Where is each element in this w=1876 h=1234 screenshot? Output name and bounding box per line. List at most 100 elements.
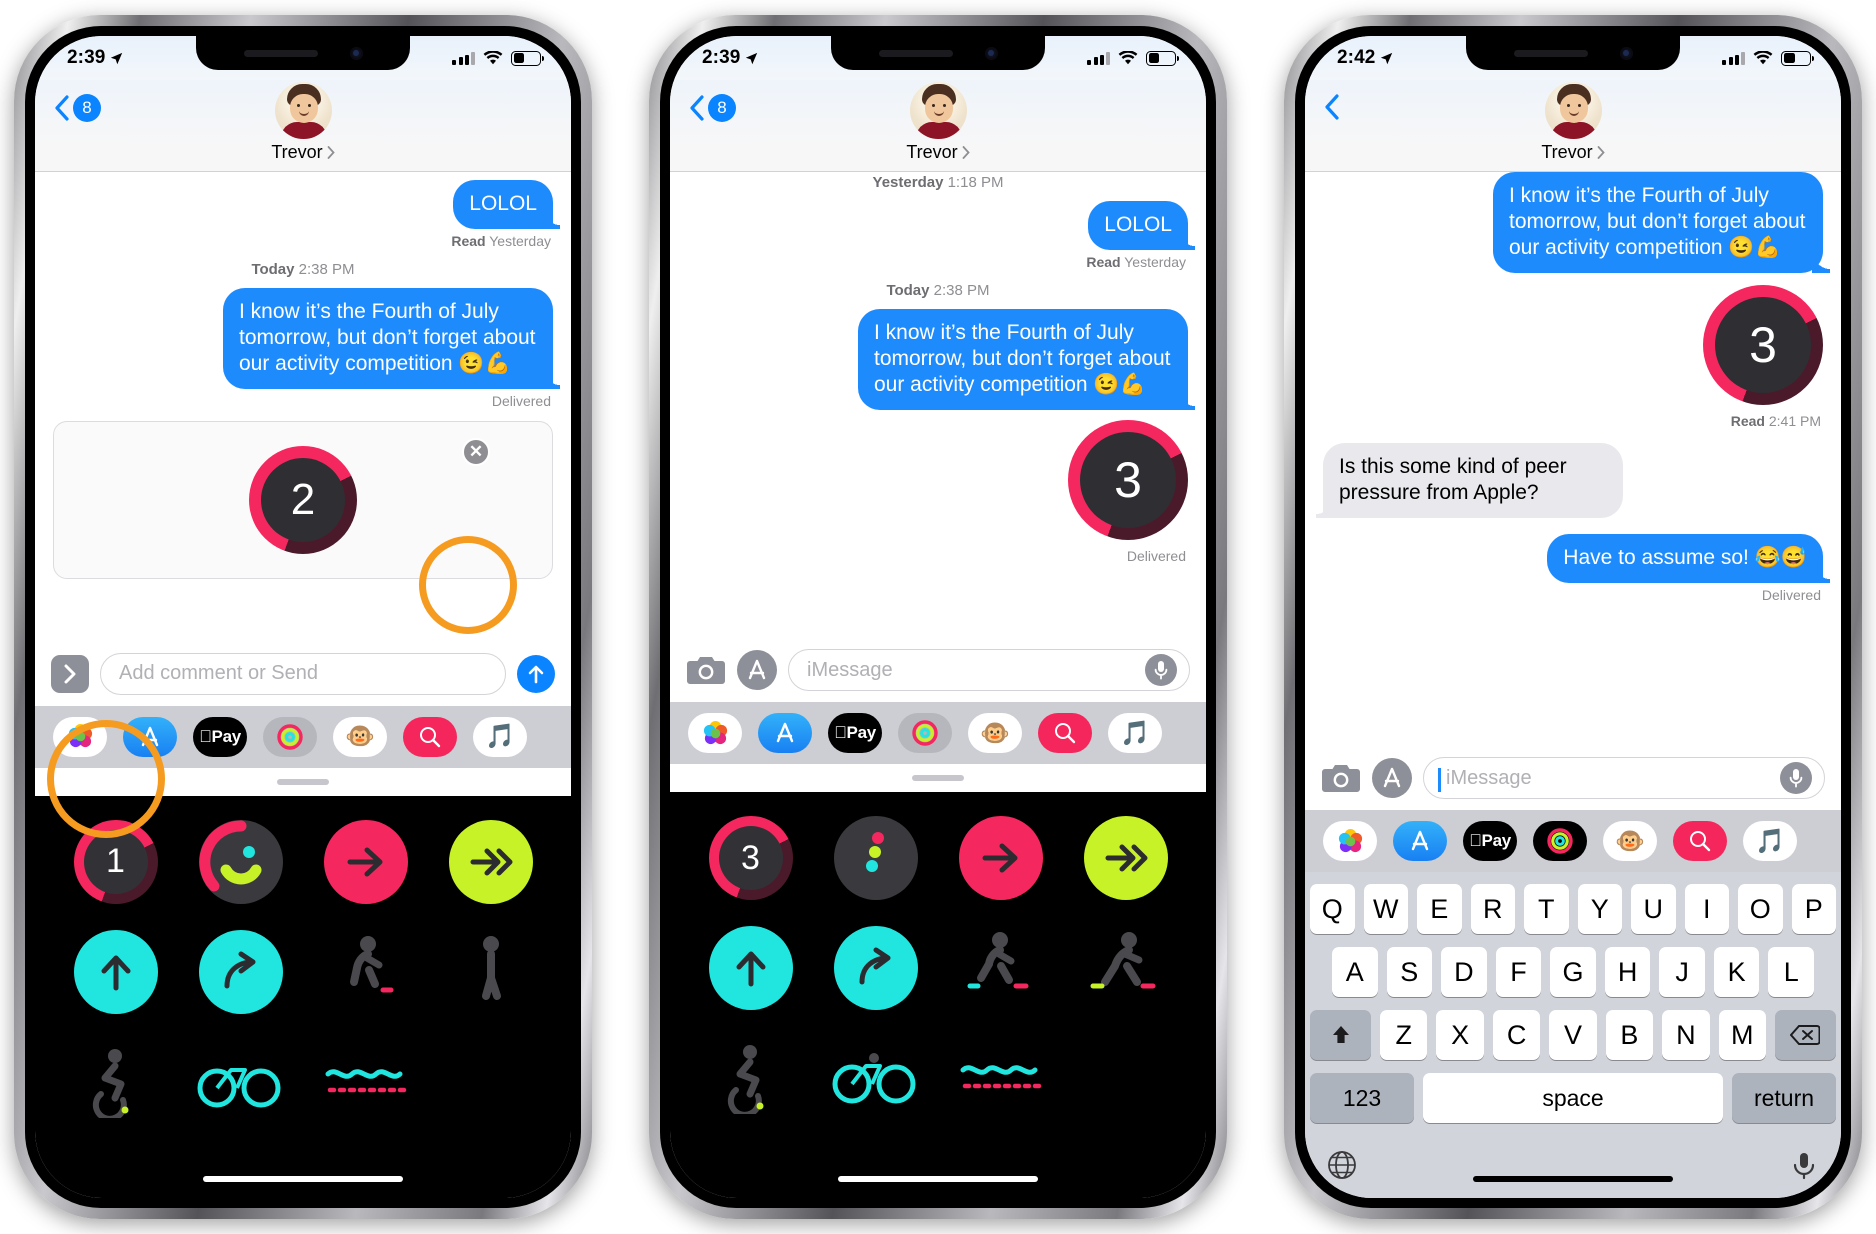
key-o[interactable]: O <box>1738 884 1783 934</box>
key-i[interactable]: I <box>1684 884 1729 934</box>
sticker-item-arrow-double[interactable] <box>428 810 553 914</box>
app-store-icon[interactable] <box>1372 758 1412 798</box>
memoji-icon[interactable]: 🐵 <box>968 713 1022 754</box>
sticker-item-walker[interactable] <box>303 920 428 1024</box>
key-u[interactable]: U <box>1631 884 1676 934</box>
contact-header-2[interactable]: Trevor <box>906 82 970 163</box>
drawer-grabber[interactable] <box>670 764 1206 793</box>
apple-pay-icon[interactable]: Pay <box>1463 821 1517 861</box>
sticker-item-arrow-right[interactable] <box>938 806 1063 910</box>
camera-icon[interactable] <box>1321 761 1361 795</box>
key-z[interactable]: Z <box>1380 1010 1428 1060</box>
memoji-icon[interactable]: 🐵 <box>1603 821 1657 861</box>
contact-header-3[interactable]: Trevor <box>1541 82 1605 163</box>
on-screen-keyboard[interactable]: Q W E R T Y U I O P A S D F G H J K L Z … <box>1305 872 1841 1198</box>
app-drawer-1[interactable]: Pay 🐵 🎵 <box>35 705 571 768</box>
attachment-preview[interactable]: 2 ✕ <box>53 421 553 580</box>
activity-sticker-panel-2[interactable]: 3 <box>670 792 1206 1198</box>
activity-rings-icon[interactable] <box>898 713 952 754</box>
sticker-item-move-rings[interactable] <box>178 810 303 914</box>
music-icon[interactable]: 🎵 <box>1108 713 1162 754</box>
message-bubble[interactable]: I know it’s the Fourth of July tomorrow,… <box>223 288 553 390</box>
app-store-icon[interactable] <box>1393 821 1447 861</box>
key-l[interactable]: L <box>1768 947 1815 997</box>
comment-input[interactable]: Add comment or Send <box>100 652 506 695</box>
sticker-item-runner[interactable] <box>1063 916 1188 1020</box>
app-store-icon[interactable] <box>737 650 777 691</box>
memoji-icon[interactable]: 🐵 <box>333 716 387 757</box>
app-drawer-2[interactable]: Pay 🐵 🎵 <box>670 702 1206 765</box>
app-store-icon[interactable] <box>758 713 812 754</box>
contact-header-1[interactable]: Trevor <box>271 82 335 163</box>
sticker-item-arrow-up[interactable] <box>688 916 813 1020</box>
back-button-1[interactable]: 8 <box>55 94 101 122</box>
key-j[interactable]: J <box>1659 947 1705 997</box>
key-n[interactable]: N <box>1662 1010 1710 1060</box>
sticker-item-arrow-curve[interactable] <box>813 916 938 1020</box>
key-t[interactable]: T <box>1524 884 1569 934</box>
message-bubble[interactable]: Have to assume so! 😂😅 <box>1547 534 1823 584</box>
activity-rings-icon[interactable] <box>263 716 317 757</box>
key-g[interactable]: G <box>1550 947 1596 997</box>
message-thread-3[interactable]: I know it’s the Fourth of July tomorrow,… <box>1305 172 1841 748</box>
photos-icon[interactable] <box>688 713 742 754</box>
message-bubble[interactable]: Is this some kind of peer pressure from … <box>1316 443 1623 519</box>
message-thread-2[interactable]: Yesterday 1:18 PM LOLOL Read Yesterday T… <box>670 172 1206 641</box>
key-v[interactable]: V <box>1549 1010 1597 1060</box>
sticker-item-stand[interactable] <box>428 920 553 1024</box>
activity-ring-sticker[interactable]: 3 <box>1703 285 1823 406</box>
apple-pay-icon[interactable]: Pay <box>193 716 247 757</box>
music-icon[interactable]: 🎵 <box>473 716 527 757</box>
microphone-icon[interactable] <box>1145 654 1177 687</box>
imessage-input[interactable]: iMessage <box>1423 757 1825 799</box>
message-bubble[interactable]: I know it’s the Fourth of July tomorrow,… <box>1493 172 1823 274</box>
key-c[interactable]: C <box>1492 1010 1541 1060</box>
numbers-key[interactable]: 123 <box>1310 1073 1414 1123</box>
camera-icon[interactable] <box>686 653 726 687</box>
activity-rings-icon[interactable] <box>1533 821 1587 861</box>
activity-ring-sticker[interactable]: 3 <box>1068 420 1188 541</box>
key-k[interactable]: K <box>1713 947 1760 997</box>
sticker-item-ring-1[interactable]: 1 <box>53 810 178 914</box>
key-x[interactable]: X <box>1436 1010 1484 1060</box>
globe-icon[interactable] <box>1326 1149 1358 1181</box>
sticker-item-wheelchair[interactable] <box>688 1026 813 1130</box>
backspace-icon[interactable] <box>1774 1010 1836 1060</box>
key-w[interactable]: W <box>1363 884 1408 934</box>
photos-icon[interactable] <box>1323 821 1377 861</box>
photos-icon[interactable] <box>53 716 107 757</box>
sticker-item-cycling[interactable] <box>178 1030 303 1134</box>
send-button[interactable] <box>517 654 555 693</box>
gif-search-icon[interactable] <box>1673 821 1727 861</box>
imessage-input[interactable]: iMessage <box>788 649 1190 692</box>
key-p[interactable]: P <box>1791 884 1836 934</box>
sticker-item-arrow-up[interactable] <box>53 920 178 1024</box>
apple-pay-icon[interactable]: Pay <box>828 713 882 754</box>
sticker-item-walker[interactable] <box>938 916 1063 1020</box>
key-e[interactable]: E <box>1417 884 1462 934</box>
sticker-item-dots[interactable] <box>813 806 938 910</box>
key-f[interactable]: F <box>1495 947 1542 997</box>
shift-up-icon[interactable] <box>1310 1010 1372 1060</box>
message-bubble[interactable]: I know it’s the Fourth of July tomorrow,… <box>858 309 1188 411</box>
message-bubble[interactable]: LOLOL <box>1088 201 1188 251</box>
sticker-item-swimming[interactable] <box>938 1026 1063 1130</box>
microphone-icon[interactable] <box>1780 762 1812 794</box>
music-icon[interactable]: 🎵 <box>1743 821 1797 861</box>
key-b[interactable]: B <box>1605 1010 1654 1060</box>
sticker-item-ring-3[interactable]: 3 <box>688 806 813 910</box>
message-thread-1[interactable]: LOLOL Read Yesterday Today 2:38 PM I kno… <box>35 172 571 644</box>
key-s[interactable]: S <box>1386 947 1433 997</box>
return-key[interactable]: return <box>1732 1073 1836 1123</box>
activity-sticker-panel-1[interactable]: 1 <box>35 795 571 1198</box>
sticker-item-arrow-double[interactable] <box>1063 806 1188 910</box>
key-h[interactable]: H <box>1604 947 1651 997</box>
back-button-3[interactable] <box>1325 94 1339 120</box>
sticker-item-arrow-right[interactable] <box>303 810 428 914</box>
sticker-item-arrow-curve[interactable] <box>178 920 303 1024</box>
space-key[interactable]: space <box>1423 1073 1723 1123</box>
app-drawer-3[interactable]: Pay 🐵 🎵 <box>1305 810 1841 872</box>
gif-search-icon[interactable] <box>403 716 457 757</box>
app-store-icon[interactable] <box>123 716 177 757</box>
microphone-icon[interactable] <box>1788 1149 1820 1181</box>
